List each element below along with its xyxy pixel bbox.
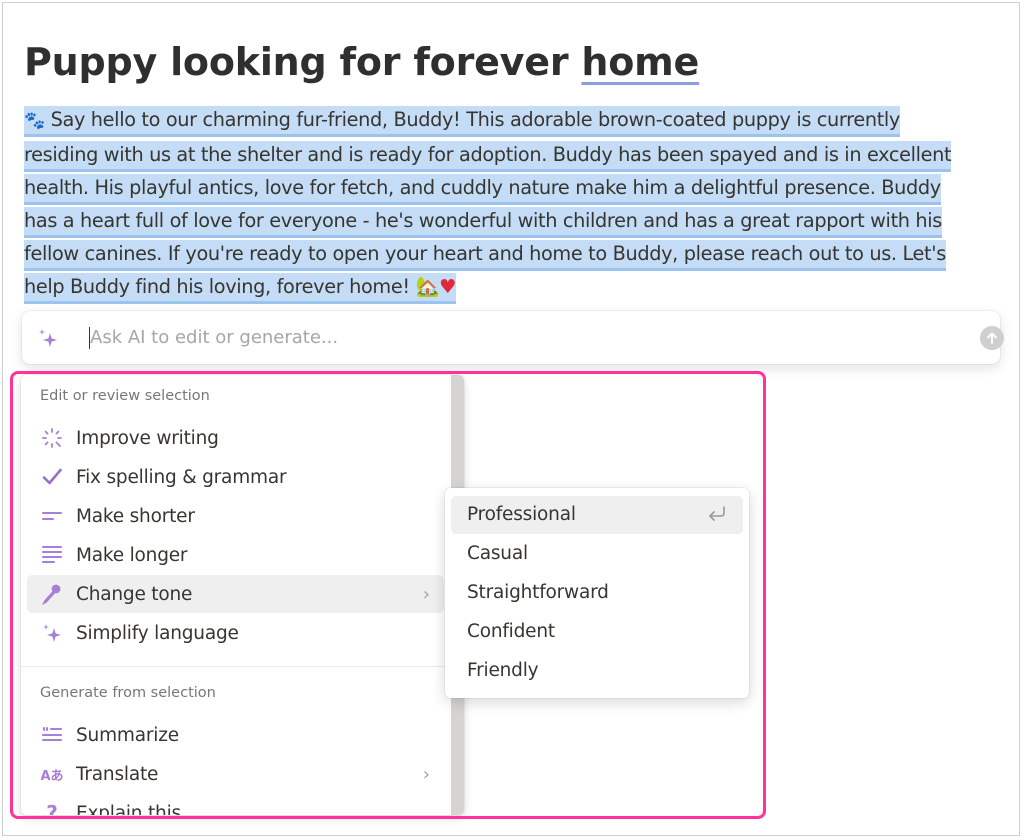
page-title-underlined-word: home xyxy=(581,40,700,84)
long-lines-icon xyxy=(40,543,64,567)
question-icon: ? xyxy=(46,801,58,815)
heart-icon: ♥ xyxy=(439,275,457,298)
enter-icon xyxy=(707,505,727,527)
chevron-right-icon: › xyxy=(422,583,430,605)
summarize-icon xyxy=(40,723,64,747)
selected-paragraph[interactable]: 🐾 Say hello to our charming fur-friend, … xyxy=(24,103,999,303)
tone-option-casual[interactable]: Casual xyxy=(451,535,743,573)
sparkle-icon xyxy=(40,621,64,645)
page-title[interactable]: Puppy looking for forever home xyxy=(24,40,699,84)
menu-item-make-shorter[interactable]: Make shorter xyxy=(27,497,444,535)
sparkle-icon xyxy=(39,329,57,347)
page-title-text: Puppy looking for forever xyxy=(24,40,582,84)
menu-item-fix-spelling[interactable]: Fix spelling & grammar xyxy=(27,458,444,496)
ai-actions-menu: Edit or review selection Improve writing… xyxy=(21,375,464,815)
house-icon: 🏡 xyxy=(415,275,440,298)
menu-item-improve-writing[interactable]: Improve writing xyxy=(27,419,444,457)
submit-button[interactable] xyxy=(980,326,1004,350)
chevron-right-icon: › xyxy=(422,763,430,785)
selection-line: fellow canines. If you're ready to open … xyxy=(24,240,946,268)
menu-item-make-longer[interactable]: Make longer xyxy=(27,536,444,574)
menu-divider xyxy=(21,666,451,667)
menu-item-simplify-language[interactable]: Simplify language xyxy=(27,614,444,652)
tone-option-straightforward[interactable]: Straightforward xyxy=(451,574,743,612)
menu-item-summarize[interactable]: Summarize xyxy=(27,716,444,754)
tone-option-friendly[interactable]: Friendly xyxy=(451,652,743,690)
ask-ai-bar xyxy=(22,311,1004,364)
selection-line: 🐾 Say hello to our charming fur-friend, … xyxy=(24,106,900,134)
tone-option-confident[interactable]: Confident xyxy=(451,613,743,651)
selection-line: residing with us at the shelter and is r… xyxy=(24,141,952,169)
menu-item-change-tone[interactable]: Change tone › xyxy=(27,575,444,613)
menu-item-explain-this[interactable]: ? Explain this xyxy=(27,794,444,815)
short-lines-icon xyxy=(40,504,64,528)
menu-item-translate[interactable]: Aあ Translate › xyxy=(27,755,444,793)
microphone-icon xyxy=(40,582,64,606)
section-label-generate: Generate from selection xyxy=(40,685,216,701)
paw-prints-icon: 🐾 xyxy=(24,111,45,131)
arrow-up-icon xyxy=(987,332,997,344)
checkmark-icon xyxy=(40,465,64,489)
selection-line: health. His playful antics, love for fet… xyxy=(24,174,941,202)
selection-line: has a heart full of love for everyone - … xyxy=(24,207,942,235)
selection-line: help Buddy find his loving, forever home… xyxy=(24,273,456,301)
translate-icon: Aあ xyxy=(40,768,64,784)
magic-wand-icon xyxy=(40,426,64,450)
change-tone-submenu: Professional Casual Straightforward Conf… xyxy=(445,488,749,698)
section-label-edit: Edit or review selection xyxy=(40,388,210,404)
ask-ai-input[interactable] xyxy=(90,321,950,354)
tone-option-professional[interactable]: Professional xyxy=(451,496,743,534)
